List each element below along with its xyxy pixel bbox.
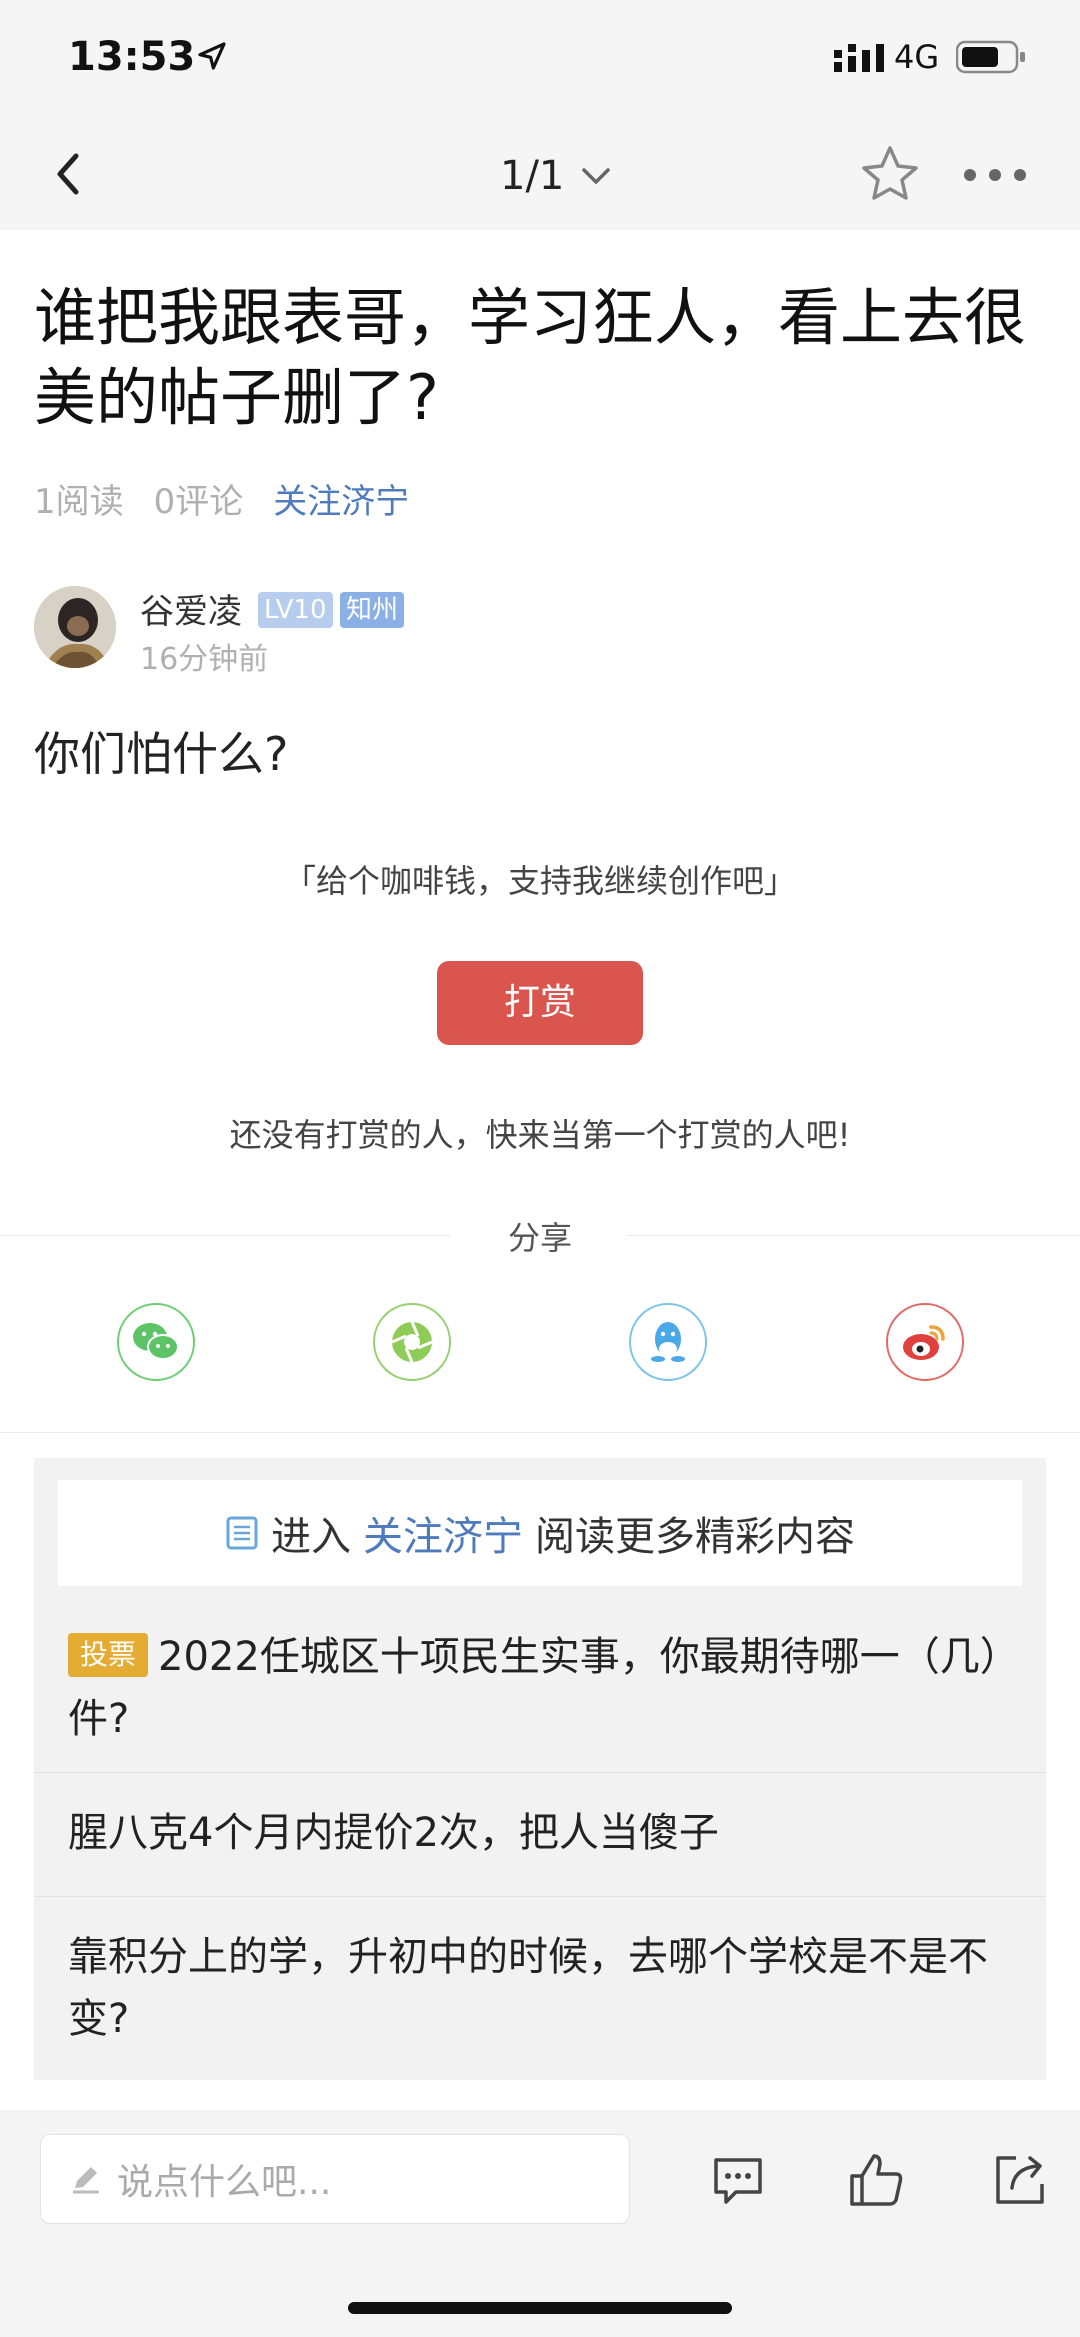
signal-icon: [834, 44, 884, 72]
status-time: 13:53: [68, 34, 196, 80]
weibo-icon: [903, 1325, 945, 1360]
share-wechat-button[interactable]: [117, 1303, 195, 1381]
item-separator: [34, 1896, 1046, 1897]
moments-icon: [391, 1321, 433, 1363]
forum-link[interactable]: 关注济宁: [273, 474, 409, 523]
share-icon[interactable]: [990, 2150, 1050, 2210]
page-indicator-label: 1/1: [500, 153, 565, 199]
back-button[interactable]: [40, 144, 100, 204]
post-title: 谁把我跟表哥，学习狂人，看上去很美的帖子删了?: [34, 281, 1027, 434]
enter-forum-link[interactable]: 关注济宁: [363, 1504, 523, 1562]
level-badge: LV10: [258, 592, 333, 628]
related-item[interactable]: 腥八克4个月内提价2次，把人当傻子: [68, 1802, 1008, 1864]
author-avatar[interactable]: [34, 586, 116, 668]
comment-placeholder: 说点什么吧...: [117, 2162, 332, 2203]
author-name[interactable]: 谷爱凌: [140, 584, 242, 633]
enter-prefix: 进入: [271, 1514, 351, 1560]
related-item-text: 腥八克4个月内提价2次，把人当傻子: [68, 1810, 719, 1856]
thumbs-up-icon[interactable]: [846, 2150, 906, 2210]
share-title: 分享: [507, 1219, 572, 1257]
network-type: 4G: [894, 38, 940, 76]
related-item-text: 靠积分上的学，升初中的时候，去哪个学校是不是不变?: [68, 1934, 988, 2042]
wechat-icon: [133, 1323, 179, 1360]
section-divider: [0, 1432, 1080, 1433]
comment-input[interactable]: 说点什么吧...: [40, 2134, 630, 2224]
related-item[interactable]: 投票 2022任城区十项民生实事，你最期待哪一（几）件?: [68, 1626, 1008, 1750]
favorite-star-button[interactable]: [858, 142, 922, 206]
location-arrow-icon: [198, 42, 226, 70]
related-item-text: 2022任城区十项民生实事，你最期待哪一（几）件?: [68, 1634, 1000, 1742]
related-posts-panel: 进入 关注济宁 阅读更多精彩内容 投票 2022任城区十项民生实事，你最期待哪一（…: [34, 1458, 1046, 2080]
post-content: 你们怕什么?: [34, 727, 289, 781]
pencil-icon: [73, 2167, 99, 2194]
tip-empty-text: 还没有打赏的人，快来当第一个打赏的人吧!: [229, 1116, 851, 1154]
chevron-down-icon: [582, 168, 611, 184]
page-selector[interactable]: 1/1: [500, 146, 612, 206]
share-weibo-button[interactable]: [886, 1303, 964, 1381]
nav-bar: 1/1: [0, 120, 1080, 230]
comment-count: 0评论: [153, 482, 244, 522]
more-options-button[interactable]: [962, 150, 1028, 200]
post-time: 16分钟前: [140, 642, 269, 677]
share-qq-button[interactable]: [629, 1303, 707, 1381]
item-separator: [34, 1772, 1046, 1773]
vote-tag: 投票: [68, 1633, 149, 1677]
post-meta: 1阅读 0评论 关注济宁: [34, 474, 409, 523]
read-count: 1阅读: [34, 482, 124, 522]
tip-button[interactable]: 打赏: [437, 961, 643, 1045]
enter-forum-bar[interactable]: 进入 关注济宁 阅读更多精彩内容: [58, 1480, 1022, 1586]
related-item[interactable]: 靠积分上的学，升初中的时候，去哪个学校是不是不变?: [68, 1926, 1008, 2050]
tip-quote: 「给个咖啡钱，支持我继续创作吧」: [283, 862, 796, 900]
battery-icon: [956, 40, 1025, 74]
home-indicator[interactable]: [348, 2302, 732, 2314]
avatar-image: [34, 586, 116, 668]
document-icon: [226, 1516, 258, 1550]
comment-icon[interactable]: [708, 2150, 768, 2210]
share-moments-button[interactable]: [373, 1303, 451, 1381]
qq-icon: [651, 1322, 685, 1362]
rank-badge: 知州: [340, 592, 405, 628]
status-bar: 13:53 4G: [0, 0, 1080, 120]
enter-suffix: 阅读更多精彩内容: [535, 1514, 855, 1560]
